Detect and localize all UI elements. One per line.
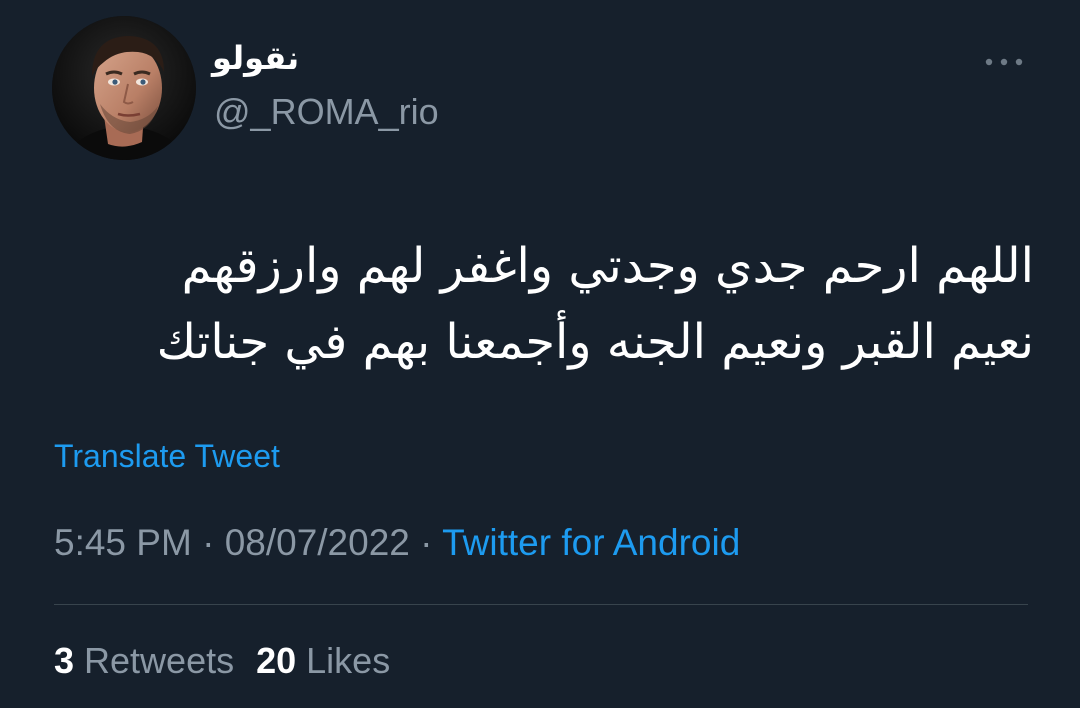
retweets-stat[interactable]: 3 Retweets bbox=[54, 640, 234, 681]
divider bbox=[54, 604, 1028, 605]
meta-separator: · bbox=[409, 522, 443, 563]
likes-stat[interactable]: 20 Likes bbox=[256, 640, 390, 681]
retweets-count: 3 bbox=[54, 640, 75, 681]
tweet-text: اللهم ارحم جدي وجدتي واغفر لهم وارزقهم ن… bbox=[40, 228, 1034, 380]
avatar[interactable] bbox=[52, 16, 196, 160]
tweet-time[interactable]: 5:45 PM bbox=[54, 522, 192, 563]
avatar-image bbox=[52, 16, 196, 160]
display-name[interactable]: نقولو bbox=[212, 42, 299, 74]
tweet-date[interactable]: 08/07/2022 bbox=[225, 522, 410, 563]
translate-tweet-link[interactable]: Translate Tweet bbox=[54, 440, 280, 472]
tweet-meta: 5:45 PM · 08/07/2022 · Twitter for Andro… bbox=[54, 524, 740, 561]
tweet-text-line-2: نعيم القبر ونعيم الجنه وأجمعنا بهم في جن… bbox=[156, 314, 1034, 370]
tweet-text-line-1: اللهم ارحم جدي وجدتي واغفر لهم وارزقهم bbox=[181, 238, 1034, 294]
tweet-stats: 3 Retweets 20 Likes bbox=[54, 643, 390, 679]
retweets-label: Retweets bbox=[74, 640, 235, 681]
user-handle[interactable]: @_ROMA_rio bbox=[214, 94, 439, 130]
tweet-card: نقولو @_ROMA_rio اللهم ارحم جدي وجدتي وا… bbox=[0, 0, 1080, 708]
likes-count: 20 bbox=[256, 640, 297, 681]
more-horizontal-icon[interactable] bbox=[984, 54, 1024, 70]
likes-label: Likes bbox=[296, 640, 391, 681]
tweet-source-link[interactable]: Twitter for Android bbox=[442, 522, 740, 563]
meta-separator: · bbox=[191, 522, 225, 563]
